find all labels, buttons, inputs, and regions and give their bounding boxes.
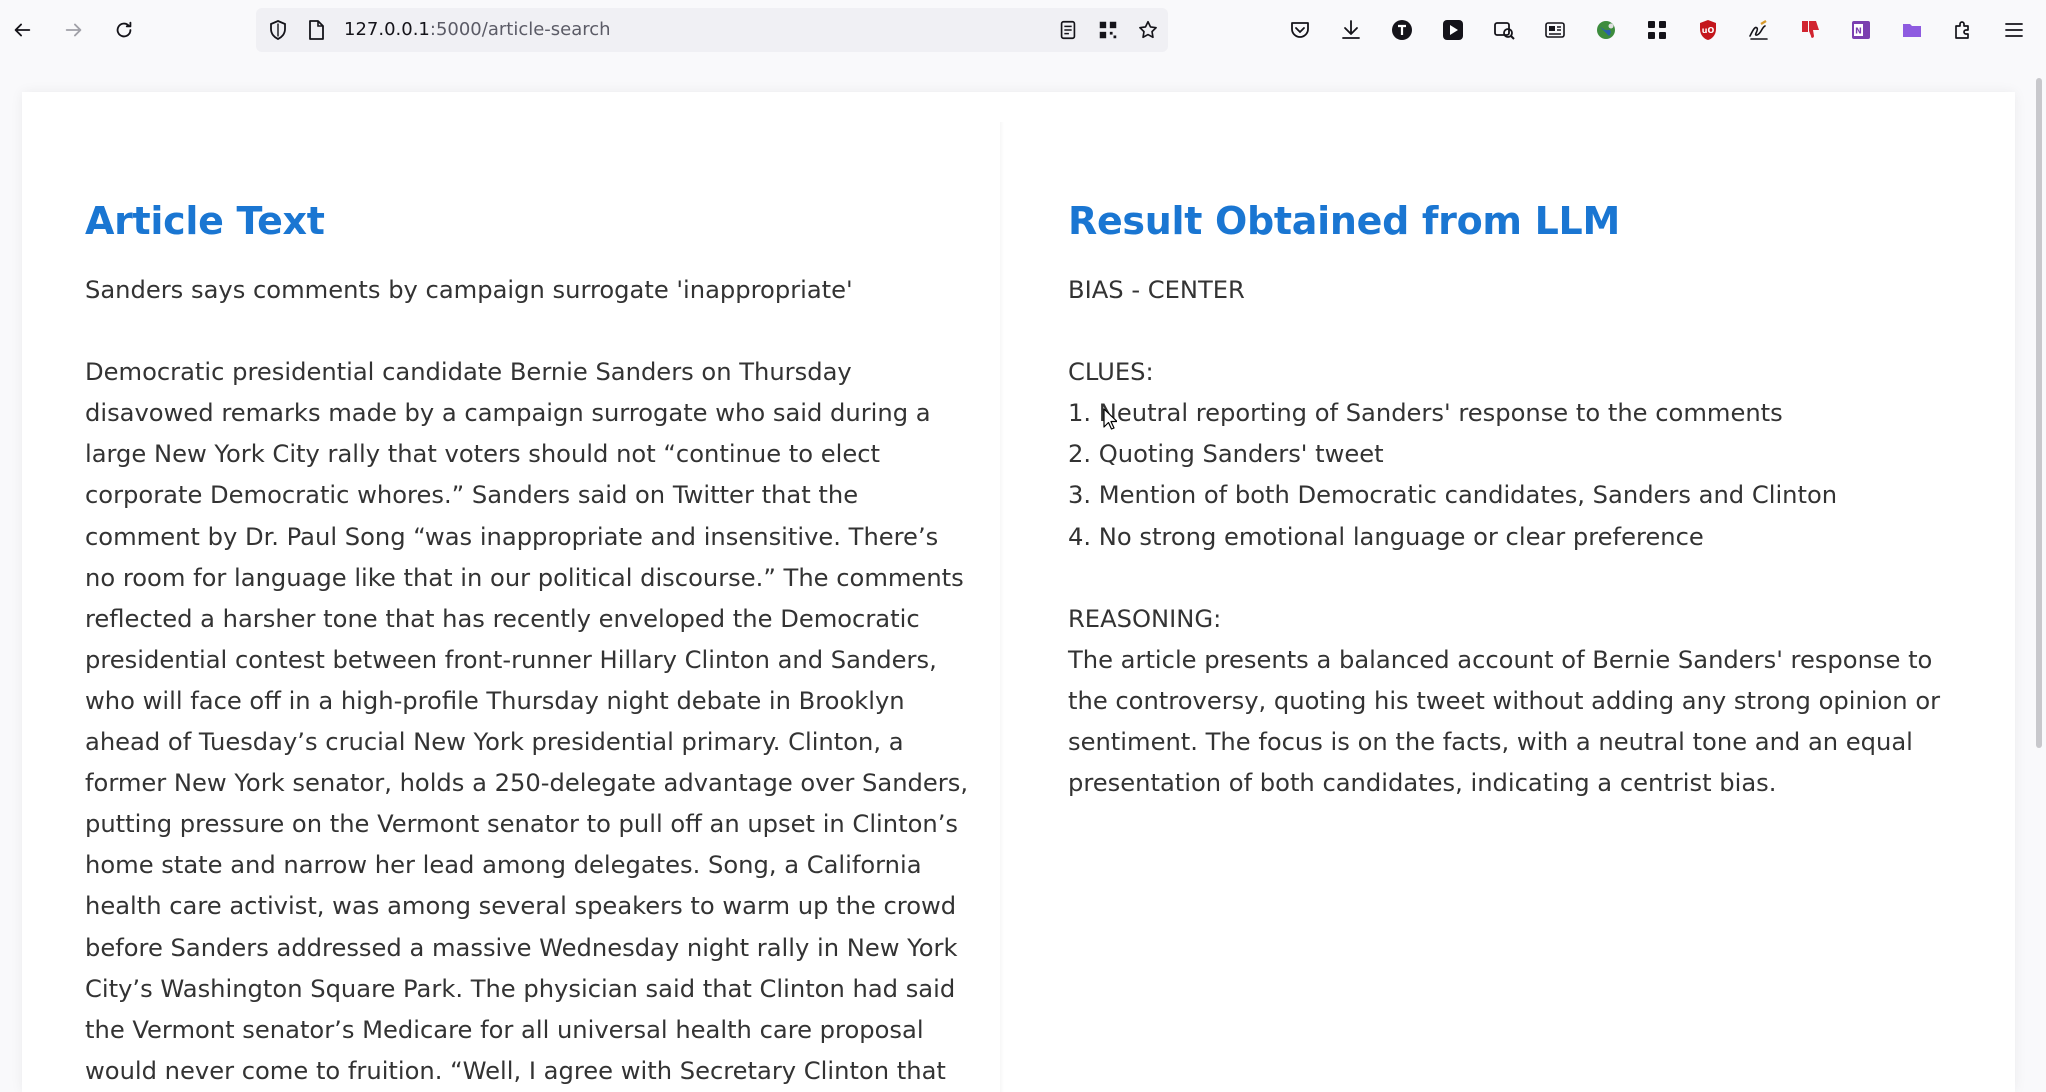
reader-view-icon[interactable] [1056,18,1080,42]
svg-text:N: N [1855,27,1862,36]
download-icon[interactable] [1337,16,1365,44]
url-bar[interactable]: 127.0.0.1:5000/article-search [256,8,1168,52]
onenote-extension-icon[interactable]: N [1847,16,1875,44]
back-arrow-icon[interactable] [6,14,38,46]
llm-result-panel: Result Obtained from LLM BIAS - CENTER C… [1068,196,1968,804]
mouse-cursor-icon [1103,408,1117,430]
result-text: BIAS - CENTER CLUES: 1. Neutral reportin… [1068,276,1941,798]
forward-arrow-icon[interactable] [58,14,90,46]
article-panel: Article Text Sanders says comments by ca… [85,196,975,1090]
column-divider [1000,122,1004,1092]
article-heading: Article Text [85,199,325,243]
page-icon [304,18,328,42]
tracking-shield-icon[interactable] [266,18,290,42]
ublock-icon[interactable]: uO [1694,16,1722,44]
svg-text:uO: uO [1702,26,1715,35]
edit-search-extension-icon[interactable] [1490,16,1518,44]
result-heading: Result Obtained from LLM [1068,199,1620,243]
folder-extension-icon[interactable] [1898,16,1926,44]
page-scrollbar[interactable] [2036,78,2042,748]
reload-icon[interactable] [108,14,140,46]
qr-code-icon[interactable] [1096,18,1120,42]
signature-extension-icon[interactable] [1745,16,1773,44]
reader-extension-icon[interactable] [1541,16,1569,44]
grid-extension-icon[interactable] [1643,16,1671,44]
play-extension-icon[interactable] [1439,16,1467,44]
globe-extension-icon[interactable] [1592,16,1620,44]
pocket-icon[interactable] [1286,16,1314,44]
browser-toolbar: 127.0.0.1:5000/article-search uO N [0,0,2046,60]
url-path: :5000/article-search [429,19,611,40]
hamburger-menu-icon[interactable] [2000,16,2028,44]
extensions-puzzle-icon[interactable] [1949,16,1977,44]
thumbs-down-extension-icon[interactable] [1796,16,1824,44]
url-host: 127.0.0.1 [344,19,430,40]
star-icon[interactable] [1136,18,1160,42]
t-extension-icon[interactable] [1388,16,1416,44]
article-text: Sanders says comments by campaign surrog… [85,276,969,1085]
url-text[interactable]: 127.0.0.1:5000/article-search [344,8,611,52]
content-card: Article Text Sanders says comments by ca… [22,92,2015,1092]
